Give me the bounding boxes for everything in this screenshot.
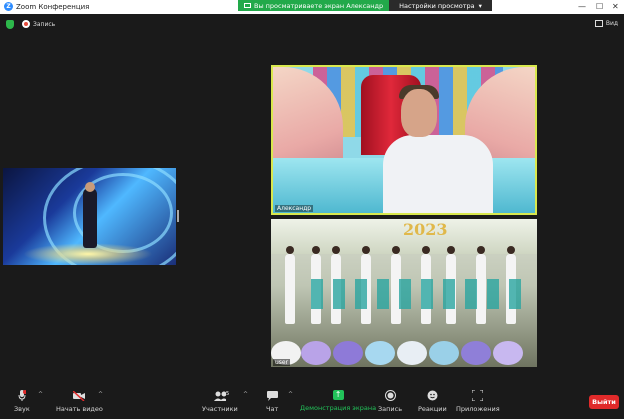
participants-options-caret[interactable]: ^ xyxy=(243,391,248,398)
balloon xyxy=(301,341,331,365)
balloon xyxy=(333,341,363,365)
camera-off-icon xyxy=(73,390,86,401)
smiley-icon xyxy=(426,390,438,401)
audio-options-caret[interactable]: ^ xyxy=(38,391,43,398)
start-video-button[interactable]: Начать видео xyxy=(56,390,103,413)
speaker-shirt xyxy=(383,135,493,213)
video-tile-aleksandr[interactable]: Александр xyxy=(271,65,537,215)
app-title: Z Zoom Конференция xyxy=(4,2,89,11)
balloon-row xyxy=(271,339,537,367)
apps-icon xyxy=(472,390,484,401)
recording-indicator[interactable]: Запись xyxy=(22,20,55,28)
video-label: Начать видео xyxy=(56,405,103,413)
person xyxy=(285,246,295,324)
participants-label: Участники xyxy=(202,405,238,413)
video-options-caret[interactable]: ^ xyxy=(98,391,103,398)
view-label: Вид xyxy=(605,20,618,27)
split-drag-handle[interactable] xyxy=(177,210,179,222)
minimize-button[interactable]: — xyxy=(578,2,586,11)
window-title: Zoom Конференция xyxy=(16,2,90,11)
chat-button[interactable]: Чат xyxy=(266,390,278,413)
grid-icon xyxy=(594,20,603,27)
participants-button[interactable]: Участники xyxy=(202,390,238,413)
shield-icon[interactable] xyxy=(6,20,14,29)
share-label: Демонстрация экрана xyxy=(300,404,377,412)
reactions-label: Реакции xyxy=(418,405,447,413)
chat-icon xyxy=(266,390,278,401)
apps-label: Приложения xyxy=(456,405,500,413)
view-button[interactable]: Вид xyxy=(594,20,618,27)
screen-share-icon xyxy=(244,2,251,8)
balloon xyxy=(461,341,491,365)
screen-share-banner: Вы просматриваете экран Александр Настро… xyxy=(238,0,492,11)
share-screen-button[interactable]: ↑ Демонстрация экрана xyxy=(300,390,376,412)
zoom-logo-icon: Z xyxy=(4,2,13,11)
meeting-controls: Звук ^ Начать видео ^ Участники 5 ^ Чат … xyxy=(0,384,624,419)
audio-button[interactable]: Звук xyxy=(14,390,30,413)
record-button[interactable]: Запись xyxy=(378,390,402,413)
share-status-text: Вы просматриваете экран Александр xyxy=(254,1,384,10)
close-button[interactable]: ✕ xyxy=(612,2,619,11)
video-tile-user[interactable]: 2023 user xyxy=(271,219,537,367)
share-status: Вы просматриваете экран Александр xyxy=(238,0,390,11)
participants-icon xyxy=(213,390,226,401)
balloon xyxy=(429,341,459,365)
participants-count: 5 xyxy=(226,391,230,397)
balloon xyxy=(493,341,523,365)
chat-options-caret[interactable]: ^ xyxy=(288,391,293,398)
zoom-window: Z Zoom Конференция — ☐ ✕ Вы просматривае… xyxy=(0,0,624,419)
recording-label: Запись xyxy=(33,20,56,28)
share-screen-icon: ↑ xyxy=(332,390,344,400)
record-icon xyxy=(384,390,396,401)
balloon xyxy=(365,341,395,365)
presenter-head xyxy=(85,182,95,192)
room-sign: 2023 xyxy=(403,220,448,239)
shared-screen-tile[interactable] xyxy=(3,168,176,265)
reactions-button[interactable]: Реакции xyxy=(418,390,447,413)
leave-button[interactable]: Выйти xyxy=(589,395,619,409)
chat-label: Чат xyxy=(266,405,279,413)
participant-name: user xyxy=(273,359,291,366)
apps-button[interactable]: Приложения xyxy=(456,390,500,413)
balloon xyxy=(397,341,427,365)
view-options-button[interactable]: Настройки просмотра ▾ xyxy=(389,0,492,11)
view-options-label: Настройки просмотра xyxy=(399,1,475,10)
record-dot-icon xyxy=(22,20,30,28)
room-chairs xyxy=(311,279,521,309)
meeting-topbar: Запись Вид xyxy=(0,18,624,32)
record-label: Запись xyxy=(378,405,403,413)
participant-name: Александр xyxy=(275,205,314,212)
maximize-button[interactable]: ☐ xyxy=(596,2,603,11)
audio-label: Звук xyxy=(14,405,30,413)
microphone-icon xyxy=(16,390,28,401)
chevron-down-icon: ▾ xyxy=(478,1,482,10)
presenter-figure xyxy=(83,188,97,248)
speaker-face xyxy=(401,89,437,137)
